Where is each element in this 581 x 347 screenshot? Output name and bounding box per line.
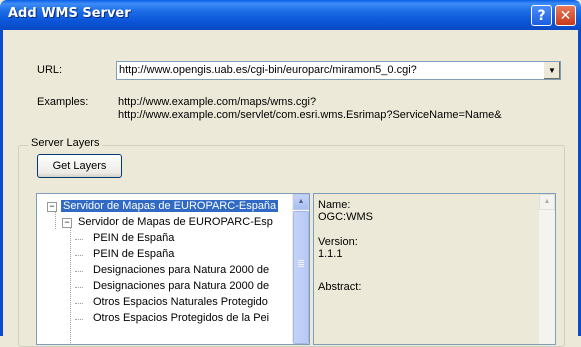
examples-label: Examples: <box>37 96 89 108</box>
tree-node[interactable]: Designaciones para Natura 2000 de <box>93 278 269 294</box>
window-frame-left <box>0 30 3 336</box>
tree-node[interactable]: PEIN de España <box>93 230 174 246</box>
title-bar[interactable]: Add WMS Server ? ✕ <box>0 0 581 30</box>
tree-line <box>75 255 83 256</box>
window-title: Add WMS Server <box>8 6 131 21</box>
info-name-value: OGC:WMS <box>318 211 373 223</box>
layer-tree[interactable]: − Servidor de Mapas de EUROPARC-España −… <box>36 193 310 345</box>
layer-info-panel: Name: OGC:WMS Version: 1.1.1 Abstract: ▲ <box>313 193 556 345</box>
tree-line <box>75 319 83 320</box>
grip-line <box>298 260 304 261</box>
scroll-thumb[interactable] <box>293 211 309 344</box>
close-button[interactable]: ✕ <box>555 5 576 26</box>
tree-node[interactable]: Servidor de Mapas de EUROPARC-Esp <box>78 214 273 230</box>
tree-line <box>70 223 71 343</box>
info-scrollbar[interactable]: ▲ <box>539 194 555 344</box>
tree-line <box>75 271 83 272</box>
info-name-label: Name: <box>318 199 351 211</box>
url-input[interactable]: http://www.opengis.uab.es/cgi-bin/europa… <box>119 64 417 76</box>
url-label: URL: <box>37 64 63 76</box>
tree-line <box>75 303 83 304</box>
info-abstract-label: Abstract: <box>318 281 362 293</box>
collapse-icon[interactable]: − <box>47 202 57 212</box>
tree-line <box>75 239 83 240</box>
server-layers-label: Server Layers <box>28 137 103 149</box>
help-button[interactable]: ? <box>531 5 552 26</box>
chevron-down-icon[interactable]: ▼ <box>543 62 560 79</box>
tree-node[interactable]: Otros Espacios Naturales Protegido <box>93 294 268 310</box>
collapse-icon[interactable]: − <box>62 218 72 228</box>
grip-line <box>298 264 304 265</box>
info-version-label: Version: <box>318 236 358 248</box>
scroll-up-icon[interactable]: ▲ <box>293 194 309 210</box>
example-line-1: http://www.example.com/maps/wms.cgi? <box>118 96 317 108</box>
tree-scrollbar[interactable]: ▲ <box>292 194 309 344</box>
tree-line <box>75 287 83 288</box>
info-version-value: 1.1.1 <box>318 248 343 260</box>
url-combobox[interactable]: http://www.opengis.uab.es/cgi-bin/europa… <box>116 61 561 80</box>
grip-line <box>298 262 304 263</box>
tree-node[interactable]: PEIN de España <box>93 246 174 262</box>
tree-node[interactable]: Designaciones para Natura 2000 de <box>93 262 269 278</box>
scroll-up-icon[interactable]: ▲ <box>539 194 555 210</box>
tree-node[interactable]: Otros Espacios Protegidos de la Pei <box>93 310 269 326</box>
example-line-2: http://www.example.com/servlet/com.esri.… <box>118 109 502 121</box>
tree-node[interactable]: Servidor de Mapas de EUROPARC-España <box>61 198 279 214</box>
get-layers-button[interactable]: Get Layers <box>37 154 122 178</box>
grip-line <box>298 266 304 267</box>
